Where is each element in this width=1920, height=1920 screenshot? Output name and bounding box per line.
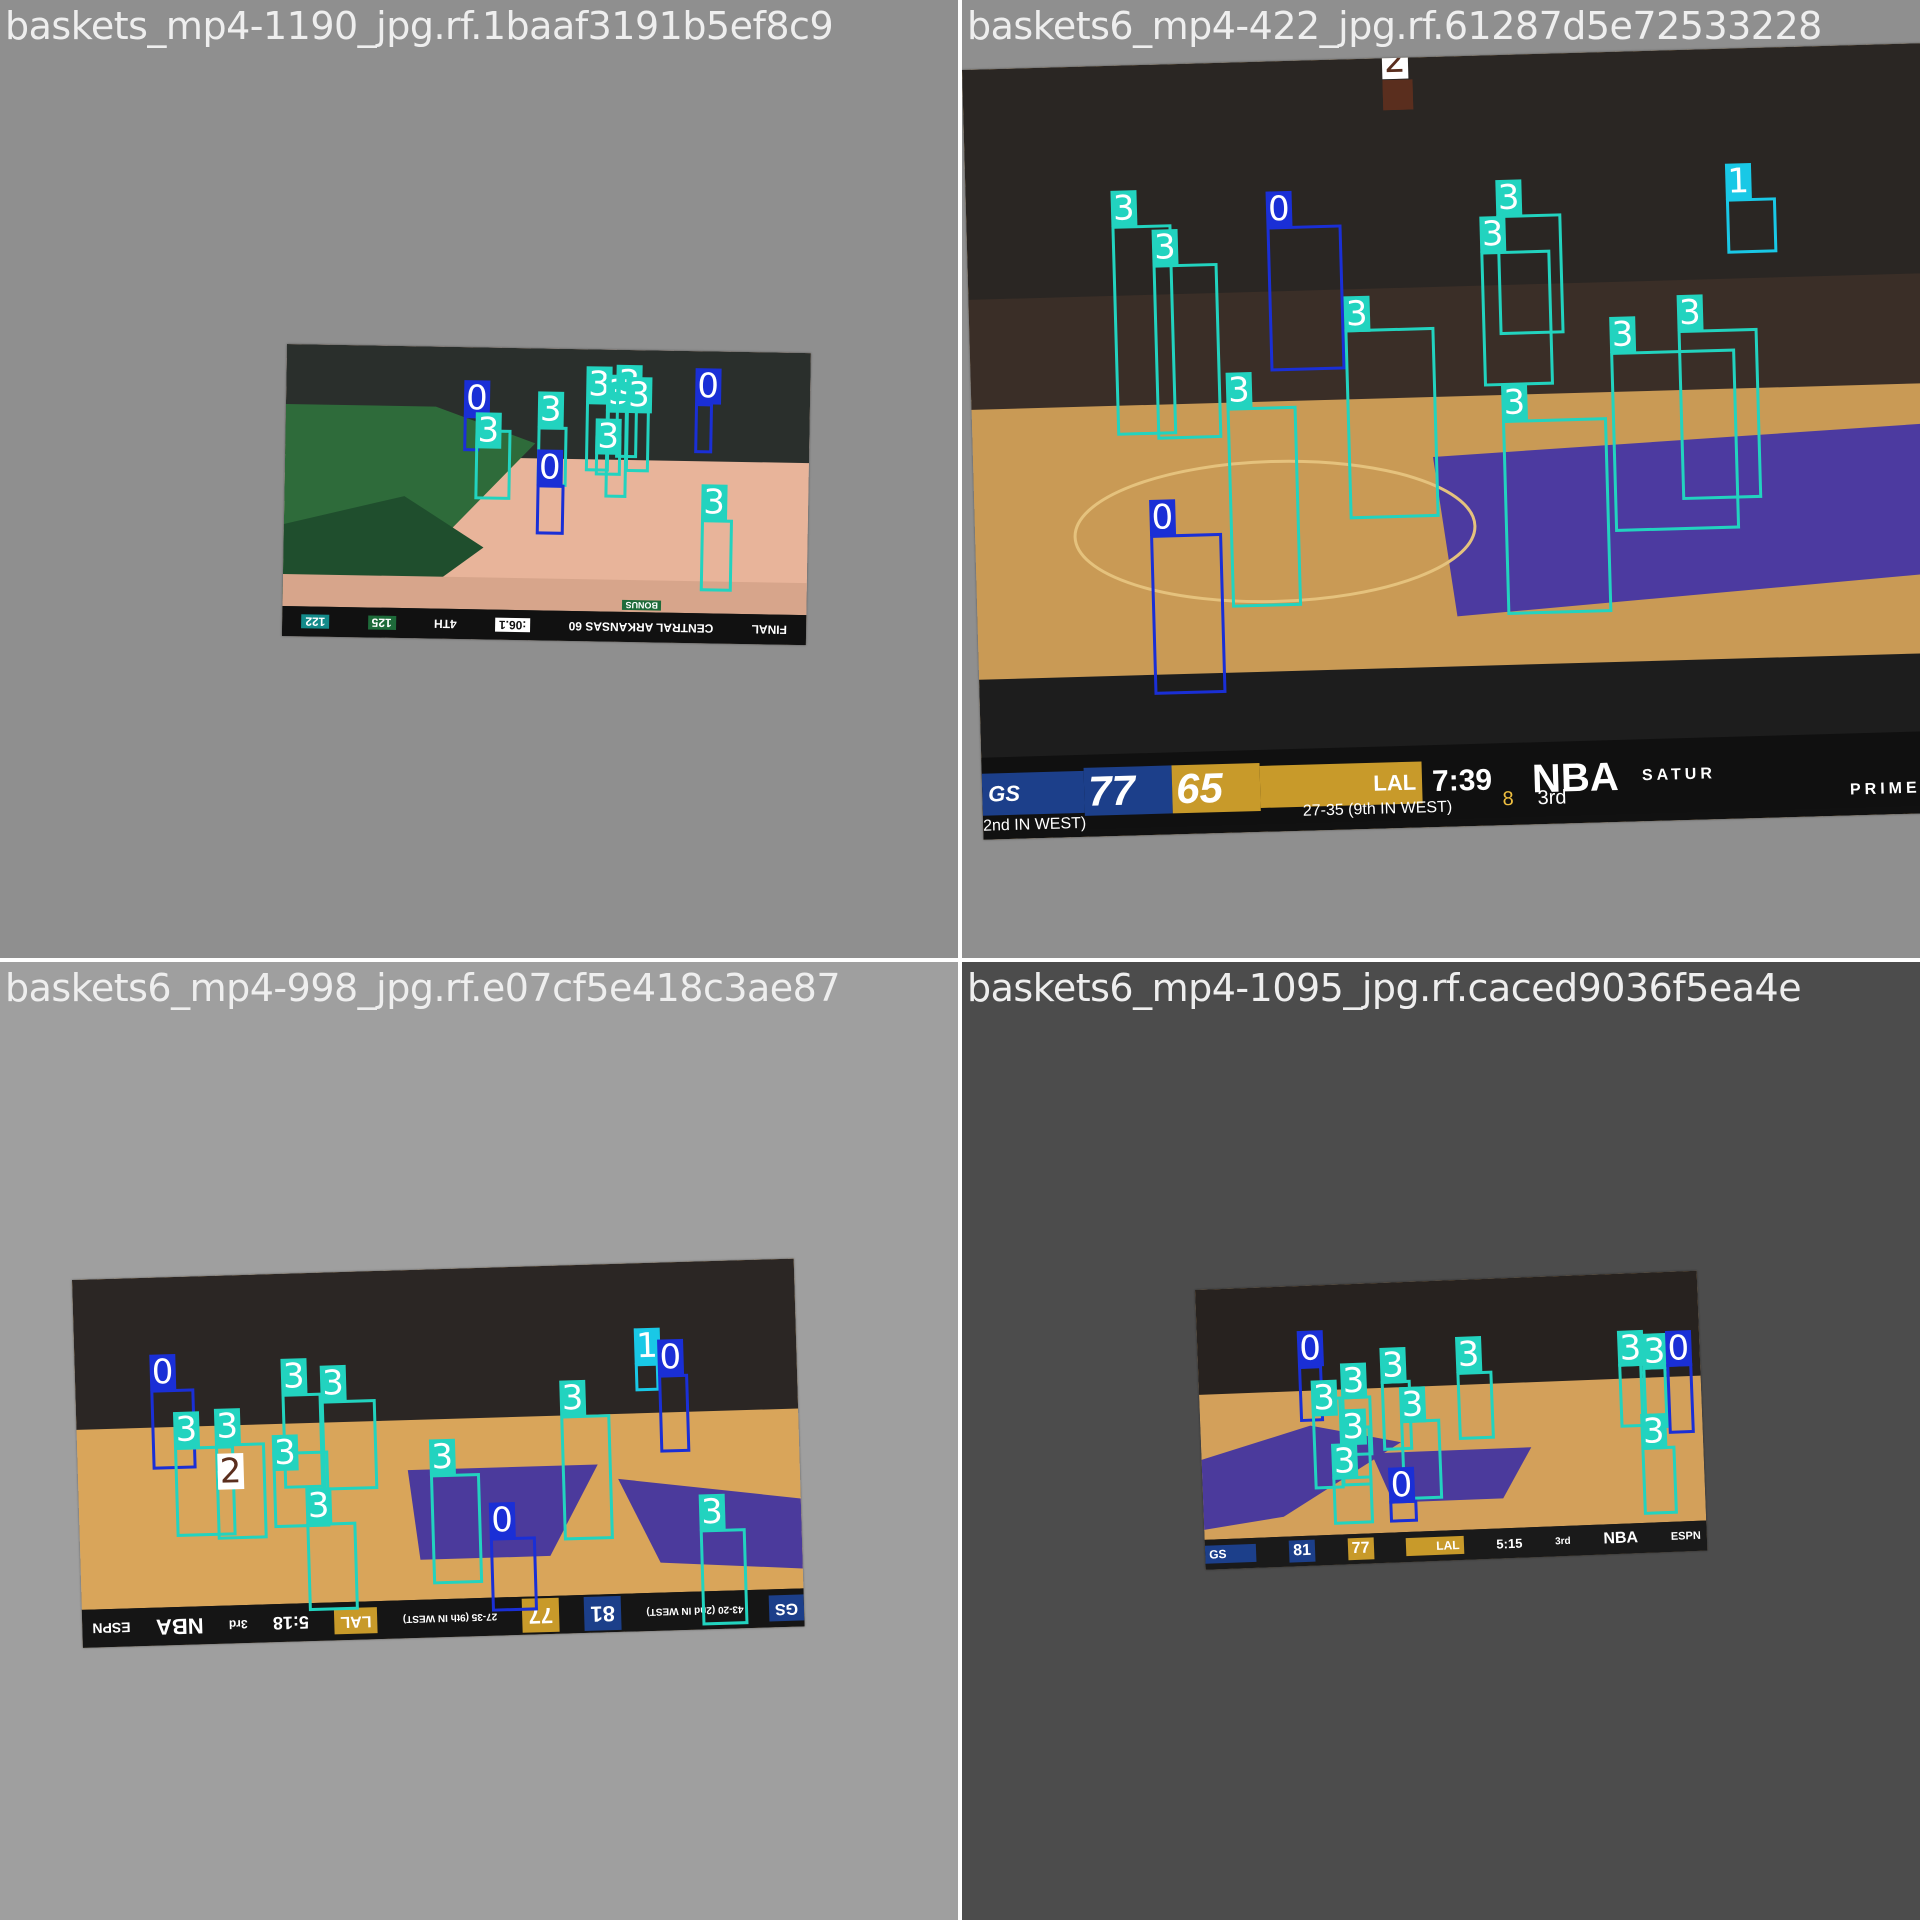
box-player: 3	[1479, 214, 1555, 387]
network-label: ESPN	[1670, 1529, 1702, 1543]
nba-brand: NBA	[1603, 1529, 1639, 1548]
box-referee: 0	[1664, 1328, 1695, 1434]
score-quarter: 4TH	[433, 616, 457, 632]
home-score: 77	[1347, 1537, 1374, 1561]
tile-title: baskets6_mp4-1095_jpg.rf.caced9036f5ea4e	[967, 966, 1802, 1010]
score-b: 122	[301, 614, 330, 629]
box-player: 3	[1331, 1441, 1375, 1525]
nba-brand: NBA	[155, 1613, 204, 1640]
box-hoop: 1	[1724, 161, 1778, 254]
box-player: 3	[1454, 1334, 1495, 1440]
network-label: SATUR	[1641, 765, 1717, 785]
away-team: GS	[768, 1594, 805, 1622]
network-label-2: PRIMET	[1849, 779, 1920, 799]
box-hoop: 1	[633, 1326, 661, 1392]
court-scene	[962, 43, 1920, 840]
tile-title: baskets6_mp4-998_jpg.rf.e07cf5e418c3ae87	[5, 966, 841, 1010]
box-player: 3	[594, 416, 622, 476]
fouls-label: 8	[1502, 787, 1514, 811]
away-score: 81	[1288, 1539, 1316, 1563]
box-player: 3	[1225, 370, 1303, 608]
game-clock: 7:39	[1431, 763, 1493, 799]
tile-title: baskets6_mp4-422_jpg.rf.61287d5e72533228	[967, 4, 1822, 48]
box-player: 3	[624, 375, 653, 473]
box-player: 3	[699, 482, 733, 592]
box-player: 3	[1343, 294, 1440, 520]
period-label: 3rd	[1537, 786, 1567, 810]
away-record: 2nd IN WEST)	[982, 814, 1087, 835]
tile-baskets6-422: baskets6_mp4-422_jpg.rf.61287d5e72533228…	[962, 0, 1920, 958]
basketball-photo: GS 43-20 (2nd IN WEST) 81 77 27-35 (9th …	[72, 1258, 805, 1648]
period-label: 3rd	[1554, 1535, 1571, 1547]
box-player: 3	[559, 1378, 614, 1541]
box-referee: 0	[1387, 1465, 1419, 1523]
box-player: 3	[305, 1485, 359, 1612]
network-label: ESPN	[92, 1619, 131, 1637]
home-record: 27-35 (9th IN WEST)	[402, 1611, 498, 1625]
game-clock: 5:15	[1496, 1535, 1523, 1552]
box-ball: 2	[217, 1451, 244, 1492]
period-label: 3rd	[228, 1616, 248, 1632]
box-referee: 0	[1149, 497, 1227, 695]
tile-baskets6-998: baskets6_mp4-998_jpg.rf.e07cf5e418c3ae87…	[0, 962, 958, 1920]
home-team: LAL	[1405, 1535, 1464, 1557]
tile-baskets-1190: baskets_mp4-1190_jpg.rf.1baaf3191b5ef8c9…	[0, 0, 958, 958]
score-a: 125	[367, 615, 396, 630]
box-referee: 0	[694, 366, 722, 454]
box-ball: 2	[1381, 43, 1414, 111]
away-score: 81	[583, 1595, 622, 1631]
away-score: 77	[1083, 765, 1173, 816]
score-clock: :06.1	[494, 617, 531, 633]
box-player: 3	[1151, 227, 1223, 440]
basketball-photo: GS 81 77 LAL 5:15 3rd NBA ESPN 0 3 3 3 3…	[1195, 1270, 1708, 1570]
box-player: 3	[319, 1363, 379, 1491]
box-player: 3	[1501, 382, 1613, 615]
score-team-label: CENTRAL ARKANSAS 60	[568, 618, 714, 636]
box-referee: 0	[488, 1500, 539, 1612]
basketball-photo: FINAL CENTRAL ARKANSAS 60 :06.1 4TH 125 …	[281, 344, 811, 646]
box-player: 3	[1676, 292, 1763, 501]
score-final-label: FINAL	[751, 622, 788, 637]
game-clock: 5:18	[272, 1612, 310, 1634]
box-referee: 0	[657, 1337, 691, 1453]
box-player: 3	[1640, 1411, 1678, 1515]
box-referee: 0	[1265, 189, 1346, 372]
box-player: 3	[698, 1492, 749, 1626]
basketball-photo: GS 77 65 LAL 7:39 NBA SATUR 3rd 8 27-35 …	[962, 43, 1920, 840]
box-referee: 0	[535, 447, 565, 535]
home-team: LAL	[333, 1607, 378, 1635]
box-player: 3	[474, 410, 512, 500]
box-player: 3	[428, 1437, 484, 1585]
away-team: GS	[1204, 1543, 1257, 1564]
tile-title: baskets_mp4-1190_jpg.rf.1baaf3191b5ef8c9	[5, 4, 834, 48]
bonus-label: BONUS	[622, 599, 662, 611]
away-team: GS	[981, 770, 1085, 816]
home-score: 65	[1171, 762, 1261, 814]
tile-baskets6-1095: baskets6_mp4-1095_jpg.rf.caced9036f5ea4e…	[962, 962, 1920, 1920]
